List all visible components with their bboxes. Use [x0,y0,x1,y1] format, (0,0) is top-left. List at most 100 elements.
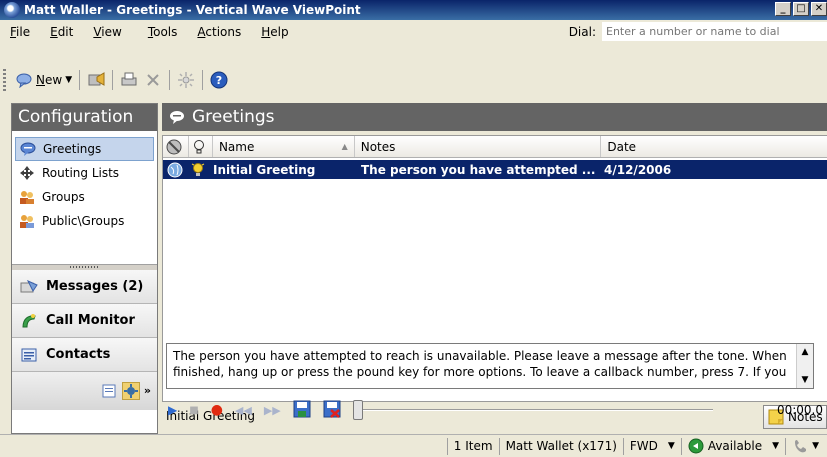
notes-shortcut-icon[interactable] [100,382,118,400]
toolbar-grip[interactable] [3,69,6,91]
playback-time: 00:00.0 [776,403,823,417]
column-notes-label: Notes [360,139,396,154]
splitter-grip [69,266,100,268]
routing-arrows-icon [18,164,36,182]
column-name-label: Name [218,139,255,154]
delete-icon [144,71,162,89]
messages-button[interactable]: Messages (2) [12,270,157,304]
dial-input[interactable] [602,22,827,41]
column-notes[interactable]: Notes [355,136,602,157]
title-bar: Matt Waller - Greetings - Vertical Wave … [0,0,827,20]
help-icon: ? [210,71,228,89]
call-monitor-icon [20,312,38,330]
window-controls: _ □ ✕ [775,2,827,16]
menu-edit[interactable]: Edit [40,25,83,39]
forwarding-mode: FWD [629,439,658,453]
status-user: Matt Wallet (x171) [498,437,623,455]
chevron-down-icon[interactable]: ▼ [65,75,72,85]
toolbar-separator [79,70,81,90]
delete-button[interactable] [141,69,165,91]
menu-tools[interactable]: Tools [138,25,188,39]
stop-icon[interactable]: ■ [189,405,198,416]
save-close-icon[interactable] [323,400,341,421]
configuration-panel: Configuration Greetings Routing Lists Gr… [11,103,158,434]
contacts-button[interactable]: Contacts [12,338,157,372]
status-bar: 1 Item Matt Wallet (x171) FWD ▼ Availabl… [0,434,827,457]
record-greeting-icon [87,71,105,89]
forwarding-dropdown[interactable]: FWD ▼ [622,437,681,455]
minimize-button[interactable]: _ [775,2,791,16]
print-icon [120,71,138,89]
print-button[interactable] [117,69,141,91]
greetings-title: Greetings [192,107,275,127]
column-date-label: Date [607,139,637,154]
activate-icon [177,71,195,89]
greeting-notes: The person you have attempted ... [361,162,596,177]
messages-label: Messages (2) [46,279,144,294]
menu-file[interactable]: File [0,25,40,39]
nav-item-groups[interactable]: Groups [12,185,157,209]
call-monitor-button[interactable]: Call Monitor [12,304,157,338]
menu-view[interactable]: View [83,25,131,39]
preview-text-box[interactable]: The person you have attempted to reach i… [166,343,814,389]
save-icon[interactable] [293,400,311,421]
new-greeting-icon [15,71,33,89]
presence-dropdown[interactable]: Available ▼ [680,437,785,455]
nav-item-label: Routing Lists [42,166,120,180]
speech-bubble-icon [168,108,186,126]
presence-status: Available [707,439,763,453]
fast-forward-icon[interactable]: ▶▶ [264,404,281,417]
globe-icon [163,160,189,179]
configuration-list: Greetings Routing Lists Groups Public\Gr… [12,131,157,264]
scroll-down-icon[interactable]: ▼ [802,372,809,388]
record-icon[interactable]: ● [211,402,223,418]
column-name[interactable]: Name ▲ [213,136,355,157]
column-active[interactable] [189,136,213,157]
column-date[interactable]: Date [601,136,827,157]
status-column-icon [166,139,182,154]
nav-item-routing-lists[interactable]: Routing Lists [12,161,157,185]
toolbar: New ▼ ? [0,64,310,96]
rewind-icon[interactable]: ◀◀ [235,404,252,417]
slider-track [358,409,713,411]
contacts-label: Contacts [46,347,111,362]
svg-text:?: ? [216,74,222,87]
speech-bubble-icon [19,140,37,158]
nav-item-public-groups[interactable]: Public\Groups [12,209,157,233]
window-title: Matt Waller - Greetings - Vertical Wave … [24,3,361,17]
nav-item-greetings[interactable]: Greetings [15,137,154,161]
activate-button[interactable] [174,69,198,91]
playback-slider[interactable] [352,400,713,420]
table-row[interactable]: Initial Greeting The person you have att… [163,160,827,179]
toolbar-separator [112,70,114,90]
menu-actions[interactable]: Actions [187,25,251,39]
help-button[interactable]: ? [207,69,231,91]
scroll-up-icon[interactable]: ▲ [802,344,809,360]
configuration-shortcut-icon[interactable] [121,382,140,400]
public-group-icon [18,212,36,230]
play-icon[interactable]: ▶ [168,403,177,417]
chevron-down-icon: ▼ [772,441,780,451]
slider-thumb[interactable] [352,400,363,420]
phone-icon [795,440,807,453]
table-header: Name ▲ Notes Date [163,136,827,158]
greeting-date: 4/12/2006 [604,162,672,177]
preview-text: The person you have attempted to reach i… [173,349,787,379]
panel-splitter[interactable] [12,264,157,270]
maximize-button[interactable]: □ [793,2,809,16]
call-monitor-label: Call Monitor [46,313,135,328]
toolbar-separator [169,70,171,90]
new-button[interactable]: New ▼ [12,69,75,91]
vertical-scrollbar[interactable]: ▲ ▼ [796,344,813,388]
greetings-panel: Greetings Name ▲ Notes Date Initial Gree… [162,103,827,434]
close-button[interactable]: ✕ [811,2,827,16]
configuration-header: Configuration [12,104,157,131]
sort-ascending-icon: ▲ [341,142,348,151]
phone-dropdown[interactable]: ▼ [785,437,827,455]
column-status[interactable] [163,136,189,157]
menu-help[interactable]: Help [251,25,298,39]
lightbulb-icon [193,139,204,153]
dial-label: Dial: [568,24,596,39]
chevron-double-down-icon[interactable]: » [144,385,151,396]
record-button[interactable] [84,69,108,91]
